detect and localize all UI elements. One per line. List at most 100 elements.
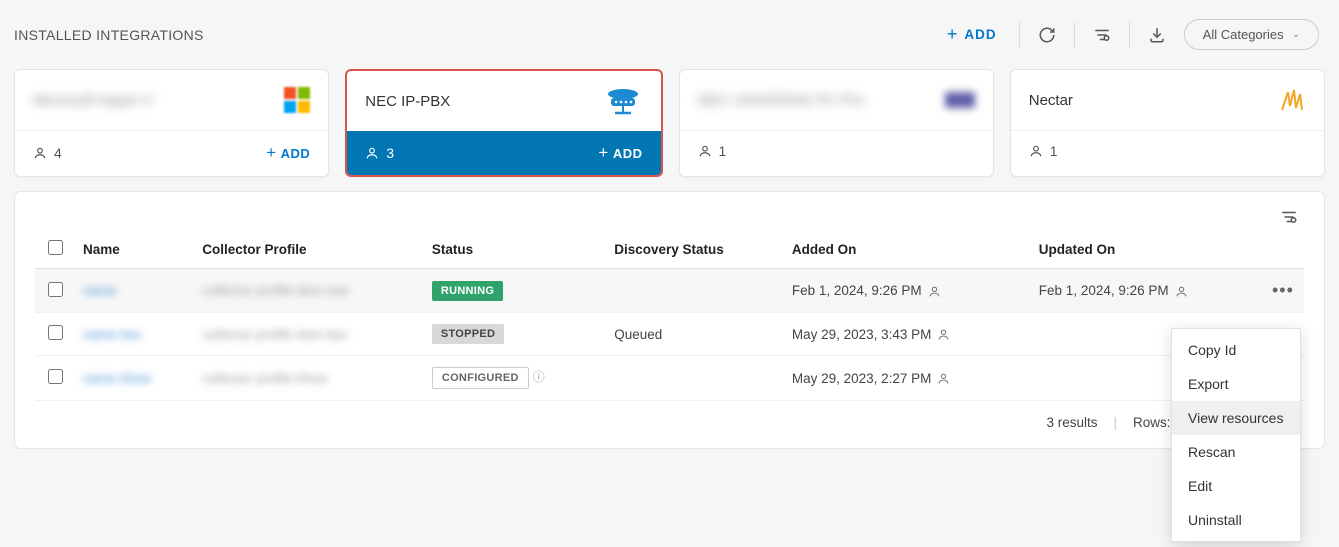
row-checkbox[interactable] (48, 282, 63, 297)
card-title: NEC UNIVERGE PC Pro (698, 92, 865, 109)
plus-icon: + (947, 24, 959, 45)
panel-filter-button[interactable] (1272, 202, 1306, 232)
person-icon (33, 146, 47, 160)
menu-export[interactable]: Export (1172, 367, 1300, 401)
menu-view-resources[interactable]: View resources (1172, 401, 1300, 435)
filter-button[interactable] (1085, 20, 1119, 50)
row-added: May 29, 2023, 3:43 PM (792, 327, 1023, 342)
menu-rescan[interactable]: Rescan (1172, 435, 1300, 469)
menu-uninstall[interactable]: Uninstall (1172, 503, 1300, 537)
selected-pointer (494, 175, 514, 177)
card-count: 4 (33, 145, 62, 161)
person-icon (1175, 283, 1188, 298)
row-added: May 29, 2023, 2:27 PM (792, 371, 1023, 386)
card-footer: 3 +ADD (347, 131, 660, 175)
row-context-menu: Copy Id Export View resources Rescan Edi… (1171, 328, 1301, 542)
menu-edit[interactable]: Edit (1172, 469, 1300, 503)
person-icon (365, 146, 379, 160)
vendor-icon (945, 92, 975, 108)
select-all-header (35, 230, 75, 269)
card-footer: 1 (680, 130, 993, 171)
status-badge: STOPPED (432, 324, 504, 344)
person-icon (1029, 144, 1043, 158)
export-button[interactable] (1140, 20, 1174, 50)
row-discovery (606, 269, 784, 313)
phone-icon (603, 86, 643, 116)
person-icon (937, 327, 950, 342)
categories-label: All Categories (1203, 27, 1284, 42)
integration-card[interactable]: Nectar 1 (1010, 69, 1325, 177)
table-row[interactable]: name three collector profile three CONFI… (35, 356, 1304, 401)
header-actions: + ADD All Categories ⌄ (935, 18, 1319, 51)
select-all-checkbox[interactable] (48, 240, 63, 255)
row-added: Feb 1, 2024, 9:26 PM (792, 283, 1023, 298)
status-badge: RUNNING (432, 281, 503, 301)
col-discovery[interactable]: Discovery Status (606, 230, 784, 269)
card-count: 1 (1029, 143, 1058, 159)
row-updated: Feb 1, 2024, 9:26 PM (1039, 283, 1256, 298)
integration-card[interactable]: NEC UNIVERGE PC Pro 1 (679, 69, 994, 177)
card-title: Microsoft Hyper-V (33, 92, 153, 109)
col-name[interactable]: Name (75, 230, 194, 269)
row-name[interactable]: name two (83, 327, 142, 342)
col-updated[interactable]: Updated On (1031, 230, 1264, 269)
download-icon (1148, 26, 1166, 44)
card-footer: 1 (1011, 130, 1324, 171)
person-icon (928, 283, 941, 298)
info-icon[interactable]: ⓘ (533, 368, 545, 385)
person-icon (698, 144, 712, 158)
col-status[interactable]: Status (424, 230, 606, 269)
integration-card-selected[interactable]: NEC IP-PBX 3 +ADD (345, 69, 662, 177)
row-name[interactable]: name (83, 283, 117, 298)
details-panel: Name Collector Profile Status Discovery … (14, 191, 1325, 449)
add-integration-button[interactable]: + ADD (935, 18, 1009, 51)
filter-icon (1280, 208, 1298, 226)
plus-icon: + (266, 143, 276, 163)
table-row[interactable]: name two collector profile item two STOP… (35, 313, 1304, 356)
page-header: INSTALLED INTEGRATIONS + ADD All Categor… (0, 0, 1339, 61)
card-add-button[interactable]: +ADD (266, 143, 310, 163)
refresh-icon (1038, 26, 1056, 44)
row-discovery (606, 356, 784, 401)
page-title: INSTALLED INTEGRATIONS (14, 27, 935, 43)
card-header: NEC IP-PBX (347, 71, 660, 131)
row-discovery: Queued (606, 313, 784, 356)
card-header: Microsoft Hyper-V (15, 70, 328, 130)
nectar-icon (1278, 86, 1306, 114)
results-count: 3 results (1046, 415, 1097, 430)
pagination: 3 results | Rows: 20 ⌄ |‹ ‹ Page (35, 401, 1304, 430)
card-header: NEC UNIVERGE PC Pro (680, 70, 993, 130)
categories-dropdown[interactable]: All Categories ⌄ (1184, 19, 1319, 50)
divider (1074, 22, 1075, 48)
card-title: NEC IP-PBX (365, 93, 450, 110)
row-profile: collector profile three (202, 371, 327, 386)
card-footer: 4 +ADD (15, 130, 328, 175)
add-label: ADD (964, 27, 996, 42)
filter-icon (1093, 26, 1111, 44)
card-title: Nectar (1029, 92, 1073, 109)
card-add-button[interactable]: +ADD (598, 143, 642, 163)
card-header: Nectar (1011, 70, 1324, 130)
row-checkbox[interactable] (48, 325, 63, 340)
integration-cards: Microsoft Hyper-V 4 +ADD NEC IP-PBX (0, 61, 1339, 191)
row-profile: collector profile item two (202, 327, 347, 342)
row-actions-button[interactable]: ••• (1272, 280, 1294, 300)
status-badge: CONFIGURED (432, 367, 529, 389)
chevron-down-icon: ⌄ (1292, 29, 1300, 40)
integration-card[interactable]: Microsoft Hyper-V 4 +ADD (14, 69, 329, 177)
row-profile: collector profile item one (202, 283, 348, 298)
integrations-table: Name Collector Profile Status Discovery … (35, 230, 1304, 401)
divider (1019, 22, 1020, 48)
card-count: 1 (698, 143, 727, 159)
row-name[interactable]: name three (83, 371, 151, 386)
refresh-button[interactable] (1030, 20, 1064, 50)
row-checkbox[interactable] (48, 369, 63, 384)
col-profile[interactable]: Collector Profile (194, 230, 424, 269)
plus-icon: + (598, 143, 608, 163)
divider (1129, 22, 1130, 48)
person-icon (937, 371, 950, 386)
col-added[interactable]: Added On (784, 230, 1031, 269)
microsoft-icon (284, 87, 310, 113)
menu-copy-id[interactable]: Copy Id (1172, 333, 1300, 367)
table-row[interactable]: name collector profile item one RUNNING … (35, 269, 1304, 313)
